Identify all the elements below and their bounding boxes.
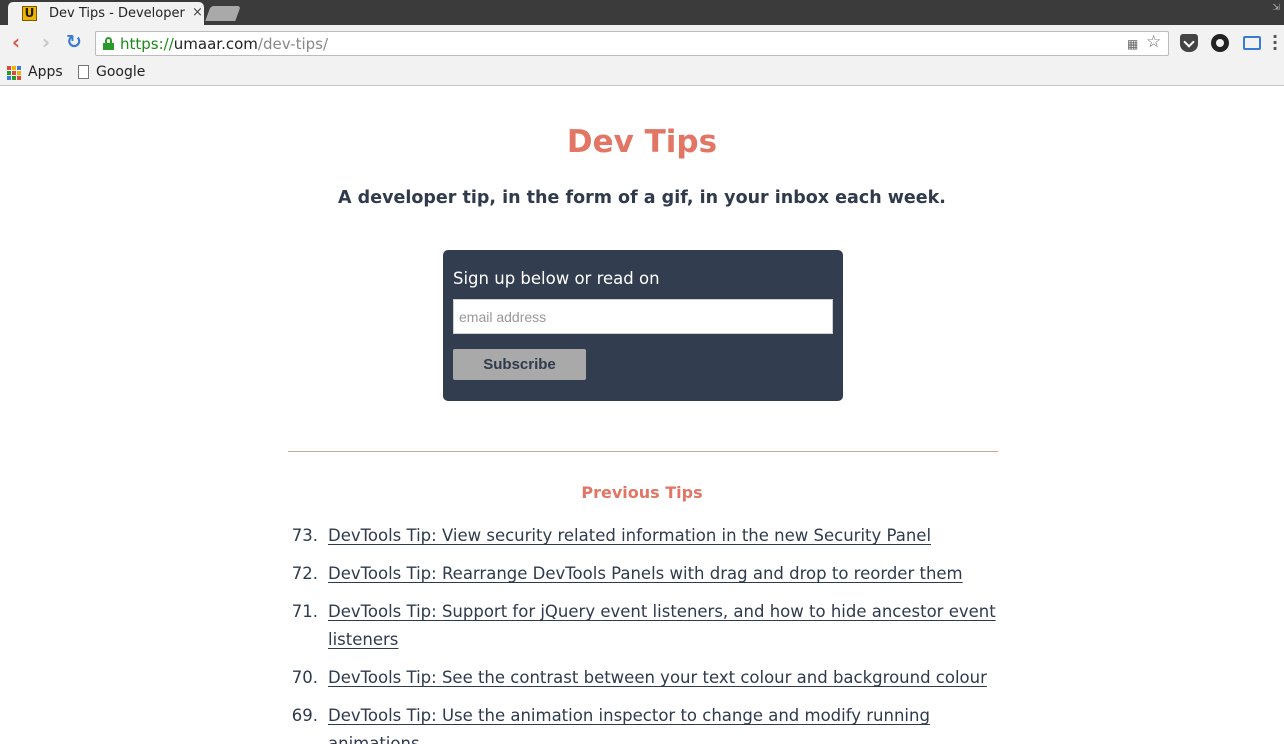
umaar-favicon-icon: U	[22, 6, 37, 21]
list-item: 71. DevTools Tip: Support for jQuery eve…	[288, 598, 998, 654]
folder-extension-icon[interactable]	[1243, 36, 1261, 50]
page-doc-icon	[78, 65, 89, 79]
apps-grid-icon[interactable]	[7, 66, 21, 80]
page-title: Dev Tips	[566, 124, 718, 160]
tip-link[interactable]: DevTools Tip: Support for jQuery event l…	[328, 602, 996, 649]
browser-toolbar: ‹ › ↻ https://umaar.com/dev-tips/ ▦ ☆ · ·…	[0, 25, 1284, 61]
tip-number: 69.	[291, 706, 318, 725]
url-scheme: https://	[120, 35, 174, 53]
pocket-extension-icon[interactable]	[1180, 34, 1198, 52]
subscribe-button[interactable]: Subscribe	[453, 349, 586, 380]
url-host: umaar.com	[173, 35, 258, 53]
browser-menu-icon[interactable]: · · ·	[1272, 29, 1278, 57]
page-content: Dev Tips A developer tip, in the form of…	[0, 87, 1284, 744]
page-tagline: A developer tip, in the form of a gif, i…	[338, 188, 946, 208]
forward-button[interactable]: ›	[36, 32, 56, 53]
reload-button[interactable]: ↻	[64, 33, 84, 53]
list-item: 73. DevTools Tip: View security related …	[288, 522, 998, 550]
tip-link[interactable]: DevTools Tip: Rearrange DevTools Panels …	[328, 564, 963, 583]
github-extension-icon[interactable]	[1211, 34, 1229, 52]
tip-number: 70.	[291, 668, 318, 687]
tip-number: 73.	[291, 526, 318, 545]
url-path: /dev-tips/	[257, 35, 329, 53]
tip-link[interactable]: DevTools Tip: Use the animation inspecto…	[328, 706, 930, 744]
tips-list: 73. DevTools Tip: View security related …	[288, 522, 998, 744]
secure-lock-icon[interactable]	[103, 37, 114, 50]
signup-box: Sign up below or read on Subscribe	[443, 250, 843, 401]
section-divider	[288, 451, 998, 452]
email-input[interactable]	[453, 299, 833, 334]
window-resize-icon[interactable]: ⇲	[1272, 3, 1280, 13]
bookmark-star-icon[interactable]: ☆	[1146, 32, 1161, 52]
previous-tips-heading: Previous Tips	[581, 483, 703, 502]
tip-link[interactable]: DevTools Tip: See the contrast between y…	[328, 668, 987, 687]
bookmarks-bar: Apps Google	[0, 61, 1284, 86]
tab-strip: U Dev Tips - Developer × ⇲	[0, 0, 1284, 25]
address-bar[interactable]: https://umaar.com/dev-tips/ ▦ ☆	[95, 31, 1169, 56]
signup-label: Sign up below or read on	[453, 269, 660, 288]
list-item: 72. DevTools Tip: Rearrange DevTools Pan…	[288, 560, 998, 588]
tab-title: Dev Tips - Developer	[49, 6, 185, 21]
tip-number: 72.	[291, 564, 318, 583]
new-tab-button[interactable]	[205, 6, 241, 21]
translate-icon[interactable]: ▦	[1127, 37, 1138, 51]
list-item: 69. DevTools Tip: Use the animation insp…	[288, 702, 998, 744]
tab-close-icon[interactable]: ×	[192, 5, 203, 20]
back-button[interactable]: ‹	[6, 32, 26, 53]
list-item: 70. DevTools Tip: See the contrast betwe…	[288, 664, 998, 692]
url-text[interactable]: https://umaar.com/dev-tips/	[120, 35, 328, 53]
tip-link[interactable]: DevTools Tip: View security related info…	[328, 526, 931, 545]
bookmark-apps[interactable]: Apps	[28, 64, 63, 80]
tip-number: 71.	[291, 602, 318, 621]
bookmark-google[interactable]: Google	[96, 64, 145, 80]
tab-dev-tips[interactable]: U Dev Tips - Developer ×	[8, 2, 204, 25]
